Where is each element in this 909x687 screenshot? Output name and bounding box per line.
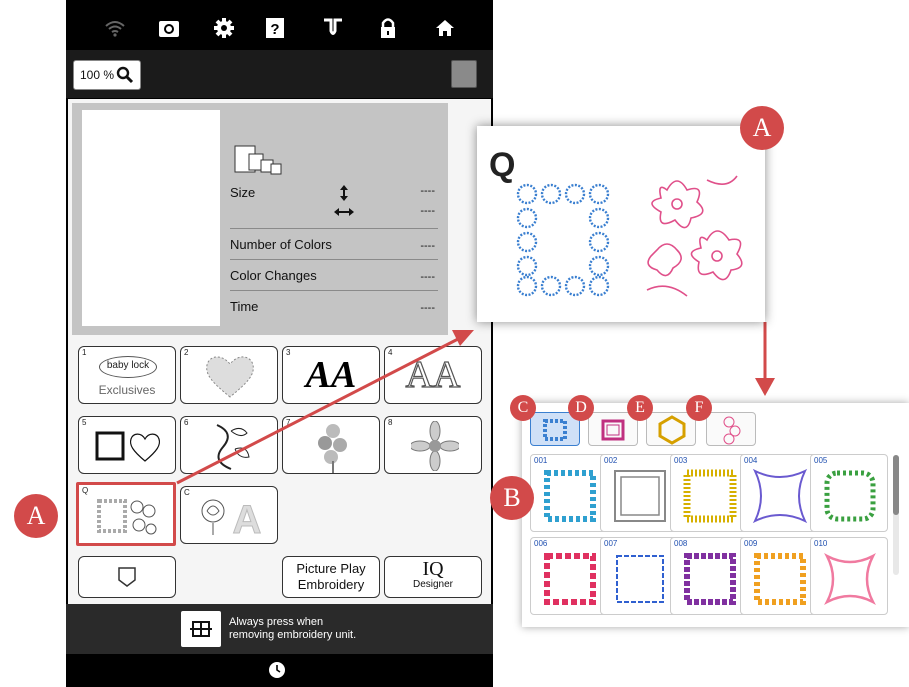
frame-item[interactable]: 005 — [810, 454, 888, 532]
callout-f: F — [686, 395, 712, 421]
q-label: Q — [489, 146, 516, 184]
scrollbar-thumb[interactable] — [893, 455, 899, 515]
callout-e: E — [627, 395, 653, 421]
frame-item[interactable]: 008 — [670, 537, 748, 615]
callout-a-zoom: A — [740, 106, 784, 150]
callout-a-category: A — [14, 494, 58, 538]
frame-008-icon — [684, 553, 736, 605]
pink-floral-tab-icon — [723, 416, 741, 445]
callout-d: D — [568, 395, 594, 421]
pink-floral-icon — [646, 175, 743, 297]
frame-010-icon — [824, 553, 876, 605]
zoom-callout-box: Q — [477, 126, 765, 322]
frame-003-icon — [683, 469, 737, 523]
frame-item[interactable]: 010 — [810, 537, 888, 615]
frame-item[interactable]: 002 — [600, 454, 678, 532]
frame-001-icon — [544, 470, 596, 522]
frame-007-icon — [616, 555, 664, 603]
yellow-hexagon-frame-icon — [658, 415, 686, 445]
frame-item[interactable]: 003 — [670, 454, 748, 532]
pink-rectangle-frame-icon — [601, 419, 625, 441]
frame-004-icon — [752, 468, 808, 524]
frame-item[interactable]: 006 — [530, 537, 608, 615]
blue-swirl-frame-icon — [516, 183, 610, 297]
frame-009-icon — [754, 553, 806, 605]
callout-b: B — [490, 476, 534, 520]
frame-002-icon — [614, 470, 666, 522]
frame-item[interactable]: 001 — [530, 454, 608, 532]
frame-005-icon — [824, 470, 876, 522]
tab-shape-floral[interactable] — [706, 412, 756, 446]
frame-item[interactable]: 004 — [740, 454, 818, 532]
callout-c: C — [510, 395, 536, 421]
blue-square-frame-icon — [543, 419, 567, 441]
frame-item[interactable]: 007 — [600, 537, 678, 615]
tab-shape-hexagon[interactable] — [646, 412, 696, 446]
frame-item[interactable]: 009 — [740, 537, 818, 615]
frame-006-icon — [544, 553, 596, 605]
